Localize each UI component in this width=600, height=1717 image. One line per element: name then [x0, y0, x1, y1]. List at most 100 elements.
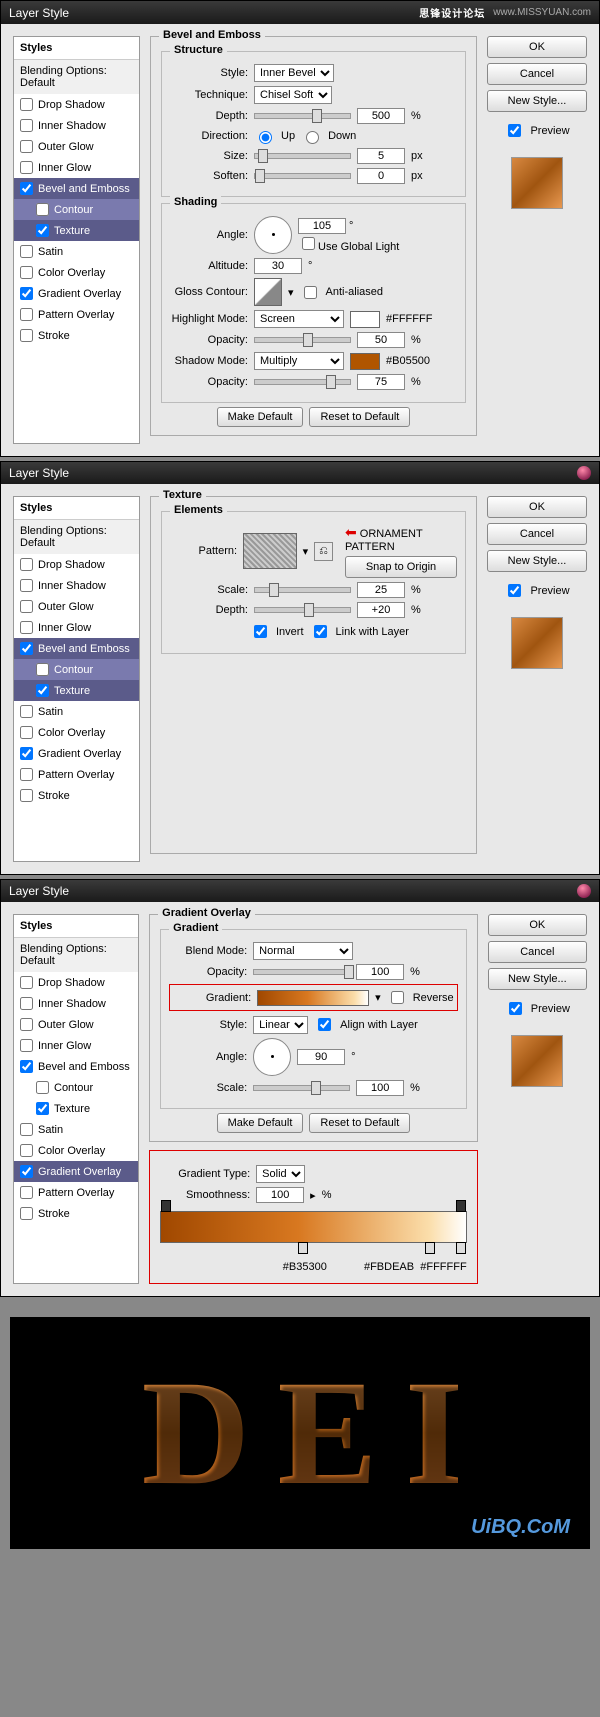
- style-checkbox[interactable]: [20, 705, 33, 718]
- depth-input[interactable]: [357, 602, 405, 618]
- new-style-button[interactable]: New Style...: [487, 90, 587, 112]
- style-checkbox[interactable]: [20, 119, 33, 132]
- style-checkbox[interactable]: [20, 747, 33, 760]
- style-inner-glow[interactable]: Inner Glow: [14, 157, 139, 178]
- use-global-light[interactable]: [302, 237, 315, 250]
- style-checkbox[interactable]: [20, 579, 33, 592]
- style-gradient-overlay[interactable]: Gradient Overlay: [14, 1161, 138, 1182]
- style-checkbox[interactable]: [36, 663, 49, 676]
- size-slider[interactable]: [254, 153, 351, 159]
- blend-mode-select[interactable]: Normal: [253, 942, 353, 960]
- style-outer-glow[interactable]: Outer Glow: [14, 1014, 138, 1035]
- styles-title[interactable]: Styles: [14, 37, 139, 60]
- color-stop[interactable]: [425, 1242, 435, 1254]
- chevron-down-icon[interactable]: ▾: [303, 545, 309, 558]
- style-stroke[interactable]: Stroke: [14, 785, 139, 806]
- style-texture[interactable]: Texture: [14, 680, 139, 701]
- style-checkbox[interactable]: [20, 98, 33, 111]
- style-checkbox[interactable]: [20, 329, 33, 342]
- style-checkbox[interactable]: [20, 558, 33, 571]
- style-drop-shadow[interactable]: Drop Shadow: [14, 972, 138, 993]
- style-checkbox[interactable]: [20, 140, 33, 153]
- angle-dial[interactable]: [253, 1038, 291, 1076]
- style-checkbox[interactable]: [20, 768, 33, 781]
- style-pattern-overlay[interactable]: Pattern Overlay: [14, 1182, 138, 1203]
- style-checkbox[interactable]: [20, 161, 33, 174]
- pattern-picker[interactable]: [243, 533, 297, 569]
- style-contour[interactable]: Contour: [14, 199, 139, 220]
- reset-default-button[interactable]: Reset to Default: [309, 407, 410, 427]
- style-gradient-overlay[interactable]: Gradient Overlay: [14, 283, 139, 304]
- style-satin[interactable]: Satin: [14, 1119, 138, 1140]
- technique-select[interactable]: Chisel Soft: [254, 86, 332, 104]
- style-contour[interactable]: Contour: [14, 1077, 138, 1098]
- preview-checkbox[interactable]: [508, 584, 521, 597]
- angle-dial[interactable]: [254, 216, 292, 254]
- cancel-button[interactable]: Cancel: [487, 523, 587, 545]
- dir-up[interactable]: [259, 131, 272, 144]
- style-inner-shadow[interactable]: Inner Shadow: [14, 993, 138, 1014]
- depth-input[interactable]: [357, 108, 405, 124]
- style-checkbox[interactable]: [20, 1039, 33, 1052]
- style-stroke[interactable]: Stroke: [14, 1203, 138, 1224]
- soften-slider[interactable]: [254, 173, 351, 179]
- scale-input[interactable]: [357, 582, 405, 598]
- shadow-mode[interactable]: Multiply: [254, 352, 344, 370]
- style-checkbox[interactable]: [36, 224, 49, 237]
- style-checkbox[interactable]: [20, 621, 33, 634]
- style-checkbox[interactable]: [20, 1018, 33, 1031]
- titlebar[interactable]: Layer Style: [1, 880, 599, 902]
- style-checkbox[interactable]: [36, 203, 49, 216]
- style-checkbox[interactable]: [20, 308, 33, 321]
- new-style-button[interactable]: New Style...: [487, 550, 587, 572]
- style-texture[interactable]: Texture: [14, 1098, 138, 1119]
- preview-checkbox[interactable]: [508, 124, 521, 137]
- style-checkbox[interactable]: [20, 600, 33, 613]
- style-checkbox[interactable]: [36, 1102, 49, 1115]
- style-inner-glow[interactable]: Inner Glow: [14, 1035, 138, 1056]
- style-drop-shadow[interactable]: Drop Shadow: [14, 554, 139, 575]
- shadow-opacity-slider[interactable]: [254, 379, 351, 385]
- style-pattern-overlay[interactable]: Pattern Overlay: [14, 304, 139, 325]
- new-style-button[interactable]: New Style...: [488, 968, 587, 990]
- align-layer-checkbox[interactable]: [318, 1018, 331, 1031]
- style-drop-shadow[interactable]: Drop Shadow: [14, 94, 139, 115]
- make-default-button[interactable]: Make Default: [217, 407, 304, 427]
- style-checkbox[interactable]: [20, 1165, 33, 1178]
- style-checkbox[interactable]: [20, 1186, 33, 1199]
- color-stop[interactable]: [456, 1242, 466, 1254]
- highlight-mode[interactable]: Screen: [254, 310, 344, 328]
- style-checkbox[interactable]: [20, 182, 33, 195]
- make-default-button[interactable]: Make Default: [217, 1113, 304, 1133]
- gradient-style-select[interactable]: Linear: [253, 1016, 308, 1034]
- reverse-checkbox[interactable]: [391, 991, 404, 1004]
- style-checkbox[interactable]: [20, 245, 33, 258]
- scale-input[interactable]: [356, 1080, 404, 1096]
- style-color-overlay[interactable]: Color Overlay: [14, 722, 139, 743]
- scale-slider[interactable]: [254, 587, 351, 593]
- style-checkbox[interactable]: [36, 1081, 49, 1094]
- style-inner-shadow[interactable]: Inner Shadow: [14, 115, 139, 136]
- style-select[interactable]: Inner Bevel: [254, 64, 334, 82]
- opacity-input[interactable]: [356, 964, 404, 980]
- style-bevel-and-emboss[interactable]: Bevel and Emboss: [14, 1056, 138, 1077]
- blending-options[interactable]: Blending Options: Default: [14, 60, 139, 94]
- style-checkbox[interactable]: [20, 1060, 33, 1073]
- style-gradient-overlay[interactable]: Gradient Overlay: [14, 743, 139, 764]
- chevron-right-icon[interactable]: ▸: [310, 1189, 316, 1202]
- style-checkbox[interactable]: [20, 997, 33, 1010]
- depth-slider[interactable]: [254, 113, 351, 119]
- style-inner-glow[interactable]: Inner Glow: [14, 617, 139, 638]
- style-checkbox[interactable]: [20, 976, 33, 989]
- style-bevel-and-emboss[interactable]: Bevel and Emboss: [14, 638, 139, 659]
- anti-aliased[interactable]: [304, 286, 317, 299]
- titlebar[interactable]: Layer Style 思锋设计论坛www.MISSYUAN.com: [1, 1, 599, 24]
- style-checkbox[interactable]: [20, 789, 33, 802]
- titlebar[interactable]: Layer Style: [1, 462, 599, 484]
- style-color-overlay[interactable]: Color Overlay: [14, 262, 139, 283]
- close-icon[interactable]: [577, 466, 591, 480]
- cancel-button[interactable]: Cancel: [487, 63, 587, 85]
- size-input[interactable]: [357, 148, 405, 164]
- shadow-color[interactable]: [350, 353, 380, 370]
- reset-default-button[interactable]: Reset to Default: [309, 1113, 410, 1133]
